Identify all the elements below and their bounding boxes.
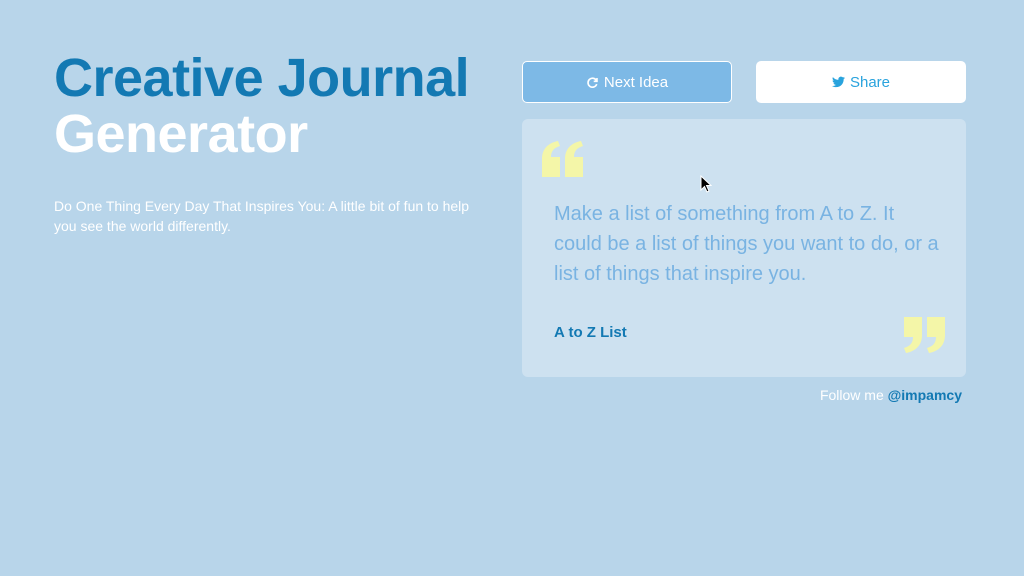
- twitter-icon: [831, 76, 845, 88]
- quote-author: A to Z List: [554, 324, 627, 341]
- share-button[interactable]: Share: [756, 61, 966, 103]
- page-subtitle: Do One Thing Every Day That Inspires You…: [54, 198, 470, 234]
- page-title-secondary: Generator: [54, 104, 308, 164]
- share-label: Share: [849, 73, 891, 91]
- twitter-handle-link[interactable]: @impamcy: [888, 387, 962, 403]
- quote-text: Make a list of something from A to Z. It…: [554, 203, 939, 285]
- mouse-cursor-icon: [700, 175, 712, 193]
- open-quote-icon: [542, 141, 583, 177]
- close-quote-icon: [904, 317, 945, 353]
- refresh-icon: [587, 76, 598, 88]
- next-idea-label: Next Idea: [603, 73, 669, 91]
- next-idea-button[interactable]: Next Idea: [522, 61, 732, 103]
- page-title-primary: Creative Journal: [54, 48, 470, 108]
- follow-line: Follow me @impamcy: [820, 387, 962, 403]
- page: Creative Journal Generator Do One Thing …: [0, 0, 1024, 576]
- quote-card: Make a list of something from A to Z. It…: [522, 119, 966, 377]
- intro-section: Creative Journal Generator Do One Thing …: [54, 50, 494, 236]
- follow-text: Follow me: [819, 387, 884, 403]
